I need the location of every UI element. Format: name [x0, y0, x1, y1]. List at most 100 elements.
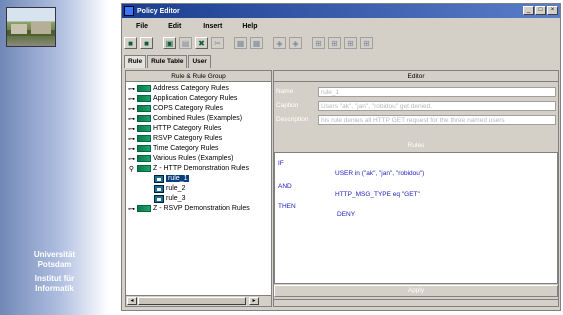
paste-icon[interactable]: ▤	[179, 37, 192, 49]
slide: Universität Potsdam Institut für Informa…	[0, 0, 563, 315]
rule-and-keyword: AND	[278, 183, 292, 190]
tree-label: HTTP Category Rules	[153, 125, 222, 132]
rule-group-icon	[137, 115, 151, 122]
expand-handle-icon[interactable]: ⊶	[128, 105, 135, 113]
rule-group-icon	[137, 85, 151, 92]
tree-rule-3[interactable]: rule_3	[154, 194, 185, 203]
rules-header: Rules	[407, 142, 425, 149]
institute-name-line2: Informatik	[35, 284, 74, 293]
table-icon[interactable]: ▦	[250, 37, 263, 49]
tree-label: Application Category Rules	[153, 95, 238, 102]
tree-label: Time Category Rules	[153, 145, 219, 152]
name-label: Name	[276, 88, 294, 95]
expand-handle-icon[interactable]: ⊶	[128, 115, 135, 123]
menu-edit[interactable]: Edit	[168, 23, 181, 30]
rule-and-condition[interactable]: HTTP_MSG_TYPE eq "GET"	[335, 191, 420, 198]
operator-or-icon[interactable]: ⊞	[344, 37, 357, 49]
rules-area[interactable]: IF USER in ("ak", "jan", "robidou") AND …	[274, 152, 558, 284]
cut-icon[interactable]: ✂	[211, 37, 224, 49]
description-row: Description his rule denies all HTTP GET…	[276, 114, 556, 125]
tree-rule-2[interactable]: rule_2	[154, 184, 185, 193]
expand-handle-icon[interactable]: ⊶	[128, 95, 135, 103]
copy-icon[interactable]: ▣	[163, 37, 176, 49]
expand-handle-icon[interactable]: ⊶	[128, 85, 135, 93]
close-button[interactable]: ×	[547, 6, 558, 15]
delete-icon[interactable]: ✖	[195, 37, 208, 49]
tree-label: rule_3	[166, 195, 186, 202]
caption-row: Caption Users "ak", "jan", "robidou" get…	[276, 100, 556, 111]
horizontal-scrollbar[interactable]: ◂ ▸	[126, 295, 271, 306]
tree-label: rule_1	[166, 175, 190, 182]
menu-insert[interactable]: Insert	[203, 23, 222, 30]
tab-user[interactable]: User	[188, 55, 211, 68]
institute-name-line1: Institut für	[34, 274, 75, 283]
new-group-icon[interactable]: ■	[140, 37, 153, 49]
app-icon	[124, 6, 134, 16]
expand-handle-icon[interactable]: ⊶	[128, 125, 135, 133]
rule-then-action[interactable]: DENY	[337, 211, 355, 218]
operator-if-icon[interactable]: ⊞	[312, 37, 325, 49]
menu-help[interactable]: Help	[242, 23, 257, 30]
tree-label: Various Rules (Examples)	[153, 155, 234, 162]
scroll-left-icon[interactable]: ◂	[127, 297, 137, 305]
tree-label: rule_2	[166, 185, 186, 192]
tree-header: Rule & Rule Group	[126, 71, 271, 82]
expand-handle-icon[interactable]: ⊶	[128, 155, 135, 163]
rule-then-keyword: THEN	[278, 203, 296, 210]
window-title: Policy Editor	[137, 7, 180, 15]
caption-field[interactable]: Users "ak", "jan", "robidou" get denied.	[318, 100, 556, 111]
name-field[interactable]: rule_1	[318, 86, 556, 97]
tab-rule[interactable]: Rule	[124, 55, 147, 68]
toolbar: ■ ■ ▣ ▤ ✖ ✂ ▦ ▦ ◈ ◈ ⊞ ⊞ ⊞ ⊞	[122, 35, 560, 51]
scroll-thumb[interactable]	[138, 297, 246, 305]
editor-header: Editor	[274, 71, 558, 82]
tree-group-time[interactable]: ⊶ Time Category Rules	[128, 144, 219, 153]
apply-button[interactable]: Apply	[274, 285, 558, 297]
condition-icon[interactable]: ◈	[273, 37, 286, 49]
scroll-right-icon[interactable]: ▸	[249, 297, 259, 305]
action-icon[interactable]: ◈	[289, 37, 302, 49]
rule-icon	[154, 174, 164, 183]
operator-then-icon[interactable]: ⊞	[360, 37, 373, 49]
policy-editor-window: Policy Editor _ □ × File Edit Insert Hel…	[121, 3, 561, 311]
university-name-line2: Potsdam	[37, 260, 72, 269]
menu-bar: File Edit Insert Help	[122, 19, 560, 33]
expand-handle-icon[interactable]: ⊶	[128, 145, 135, 153]
rule-if-condition[interactable]: USER in ("ak", "jan", "robidou")	[335, 170, 424, 177]
tree-label: COPS Category Rules	[153, 105, 224, 112]
tree-group-rsvp[interactable]: ⊶ RSVP Category Rules	[128, 134, 222, 143]
collapse-handle-icon[interactable]: ⚲	[128, 165, 135, 173]
expand-handle-icon[interactable]: ⊶	[128, 135, 135, 143]
tree-label: Address Category Rules	[153, 85, 229, 92]
minimize-button[interactable]: _	[523, 6, 534, 15]
tree-group-z-rsvp[interactable]: ⊶ Z - RSVP Demonstration Rules	[128, 204, 250, 213]
editor-pane: Editor Name rule_1 Caption Users "ak", "…	[273, 70, 559, 307]
title-bar[interactable]: Policy Editor _ □ ×	[122, 4, 560, 18]
tree-group-application[interactable]: ⊶ Application Category Rules	[128, 94, 237, 103]
tree-rule-1[interactable]: rule_1	[154, 174, 190, 183]
campus-photo	[6, 7, 56, 47]
tree-group-http[interactable]: ⊶ HTTP Category Rules	[128, 124, 221, 133]
tab-strip: Rule Rule Table User	[124, 55, 212, 68]
rule-group-icon	[137, 105, 151, 112]
tree-group-cops[interactable]: ⊶ COPS Category Rules	[128, 104, 223, 113]
new-rule-icon[interactable]: ■	[124, 37, 137, 49]
tree-group-z-http[interactable]: ⚲ Z - HTTP Demonstration Rules	[128, 164, 249, 173]
maximize-button[interactable]: □	[535, 6, 546, 15]
rule-icon	[154, 194, 164, 203]
tab-rule-table[interactable]: Rule Table	[147, 55, 188, 68]
menu-file[interactable]: File	[136, 23, 148, 30]
rule-icon	[154, 184, 164, 193]
description-label: Description	[276, 116, 309, 123]
rule-if-keyword: IF	[278, 160, 284, 167]
expand-handle-icon[interactable]: ⊶	[128, 205, 135, 213]
tree-group-address[interactable]: ⊶ Address Category Rules	[128, 84, 229, 93]
operator-and-icon[interactable]: ⊞	[328, 37, 341, 49]
tree-label: Z - RSVP Demonstration Rules	[153, 205, 250, 212]
tree-label: RSVP Category Rules	[153, 135, 223, 142]
grid-icon[interactable]: ▦	[234, 37, 247, 49]
description-field[interactable]: his rule denies all HTTP GET request for…	[318, 114, 556, 125]
tree-label: Combined Rules (Examples)	[153, 115, 243, 122]
tree-group-combined[interactable]: ⊶ Combined Rules (Examples)	[128, 114, 242, 123]
tree-group-various[interactable]: ⊶ Various Rules (Examples)	[128, 154, 233, 163]
